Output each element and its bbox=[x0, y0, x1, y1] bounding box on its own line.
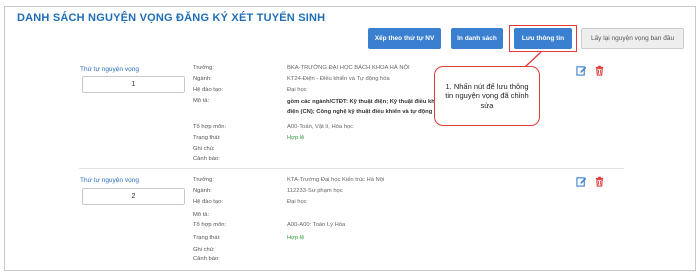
annotation-callout: 1. Nhấn nút để lưu thông tin nguyện vọng… bbox=[434, 66, 540, 126]
training-value: Đại học bbox=[287, 87, 307, 93]
warning-label: Cảnh báo: bbox=[193, 256, 220, 262]
trash-icon[interactable] bbox=[594, 65, 605, 76]
restore-original-button[interactable]: Lấy lại nguyện vọng ban đầu bbox=[581, 28, 684, 49]
status-value: Hợp lệ bbox=[287, 235, 305, 241]
training-value: Đại học bbox=[287, 199, 307, 205]
record-divider bbox=[79, 168, 624, 169]
note-label: Ghi chú: bbox=[193, 146, 215, 152]
desc-label: Mô tả: bbox=[193, 98, 210, 104]
school-value: BKA-TRƯỜNG ĐẠI HỌC BÁCH KHOA HÀ NỘI bbox=[287, 65, 410, 71]
training-label: Hệ đào tạo: bbox=[193, 199, 223, 205]
order-label: Thứ tự nguyện vọng bbox=[80, 177, 139, 184]
major-value: 112233-Sư phạm học bbox=[287, 188, 343, 194]
trash-icon[interactable] bbox=[594, 176, 605, 187]
major-value: KT24-Điện - Điều khiển và Tự động hóa bbox=[287, 76, 390, 82]
desc-value-line2: điện (CN); Công nghệ kỹ thuật điều khiển… bbox=[287, 109, 433, 115]
order-input[interactable]: 1 bbox=[82, 76, 185, 93]
school-value: KTA-Trường Đại học Kiến trúc Hà Nội bbox=[287, 177, 385, 183]
training-label: Hệ đào tạo: bbox=[193, 87, 223, 93]
sort-by-order-button[interactable]: Xếp theo thứ tự NV bbox=[368, 28, 441, 49]
edit-icon[interactable] bbox=[576, 65, 587, 76]
school-label: Trường: bbox=[193, 177, 214, 183]
school-label: Trường: bbox=[193, 65, 214, 71]
combo-value: A00-Toán, Vật lí, Hóa học bbox=[287, 124, 354, 130]
status-label: Trạng thái: bbox=[193, 235, 221, 241]
combo-label: Tổ hợp môn: bbox=[193, 222, 227, 228]
warning-label: Cảnh báo: bbox=[193, 156, 220, 162]
status-value: Hợp lệ bbox=[287, 135, 305, 141]
order-input[interactable]: 2 bbox=[82, 188, 185, 205]
status-label: Trạng thái: bbox=[193, 135, 221, 141]
save-button-highlight bbox=[509, 25, 577, 52]
edit-icon[interactable] bbox=[576, 176, 587, 187]
page-title: DANH SÁCH NGUYỆN VỌNG ĐĂNG KÝ XÉT TUYỂN … bbox=[17, 12, 326, 24]
combo-value: A00-A00: Toán Lý Hóa bbox=[287, 222, 346, 228]
print-list-button[interactable]: In danh sách bbox=[451, 28, 503, 49]
major-label: Ngành: bbox=[193, 76, 212, 82]
combo-label: Tổ hợp môn: bbox=[193, 124, 227, 130]
desc-value-line1: gồm các ngành/CTĐT: Kỹ thuật điện; Kỹ th… bbox=[287, 99, 444, 105]
note-label: Ghi chú: bbox=[193, 247, 215, 253]
order-label: Thứ tự nguyện vọng bbox=[80, 66, 139, 73]
major-label: Ngành: bbox=[193, 188, 212, 194]
desc-label: Mô tả: bbox=[193, 212, 210, 218]
